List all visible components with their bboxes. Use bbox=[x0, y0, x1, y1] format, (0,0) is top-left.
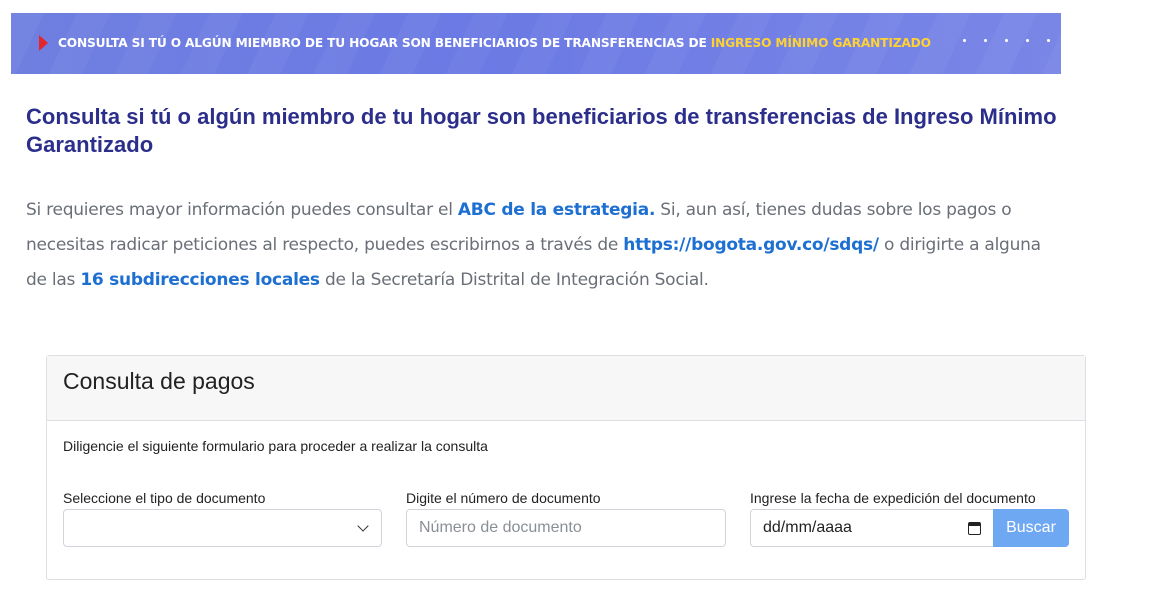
header-banner: CONSULTA SI TÚ O ALGÚN MIEMBRO DE TU HOG… bbox=[11, 13, 1061, 74]
calendar-icon[interactable] bbox=[968, 521, 981, 535]
subdirecciones-link[interactable]: 16 subdirecciones locales bbox=[80, 270, 320, 290]
intro-text-1: Si requieres mayor información puedes co… bbox=[26, 200, 458, 220]
sdqs-link[interactable]: https://bogota.gov.co/sdqs/ bbox=[623, 235, 879, 255]
dots-pattern-icon bbox=[954, 30, 1054, 60]
abc-link[interactable]: ABC de la estrategia. bbox=[458, 200, 656, 220]
chevron-down-icon bbox=[357, 520, 369, 532]
doc-type-select[interactable] bbox=[63, 509, 382, 547]
card-title: Consulta de pagos bbox=[63, 368, 255, 394]
banner-text-main: CONSULTA SI TÚ O ALGÚN MIEMBRO DE TU HOG… bbox=[58, 36, 711, 50]
issue-date-label: Ingrese la fecha de expedición del docum… bbox=[750, 490, 1036, 506]
doc-number-input[interactable] bbox=[419, 510, 713, 546]
intro-paragraph: Si requieres mayor información puedes co… bbox=[26, 193, 1066, 298]
card-header: Consulta de pagos bbox=[47, 356, 1085, 421]
doc-type-label: Seleccione el tipo de documento bbox=[63, 490, 266, 506]
doc-number-label: Digite el número de documento bbox=[406, 490, 601, 506]
search-button[interactable]: Buscar bbox=[993, 509, 1069, 547]
issue-date-input[interactable]: dd/mm/aaaa bbox=[750, 509, 994, 547]
intro-text-4: de la Secretaría Distrital de Integració… bbox=[319, 270, 709, 290]
page-title: Consulta si tú o algún miembro de tu hog… bbox=[26, 104, 1057, 157]
issue-date-placeholder: dd/mm/aaaa bbox=[763, 519, 852, 536]
doc-number-field[interactable] bbox=[406, 509, 726, 547]
banner-text: CONSULTA SI TÚ O ALGÚN MIEMBRO DE TU HOG… bbox=[58, 36, 931, 50]
red-arrow-icon bbox=[39, 35, 48, 51]
form-description: Diligencie el siguiente formulario para … bbox=[63, 438, 488, 454]
page-root: CONSULTA SI TÚ O ALGÚN MIEMBRO DE TU HOG… bbox=[0, 0, 1149, 614]
payment-query-card: Consulta de pagos Diligencie el siguient… bbox=[46, 355, 1086, 580]
banner-text-highlight: INGRESO MÍNIMO GARANTIZADO bbox=[710, 36, 931, 50]
